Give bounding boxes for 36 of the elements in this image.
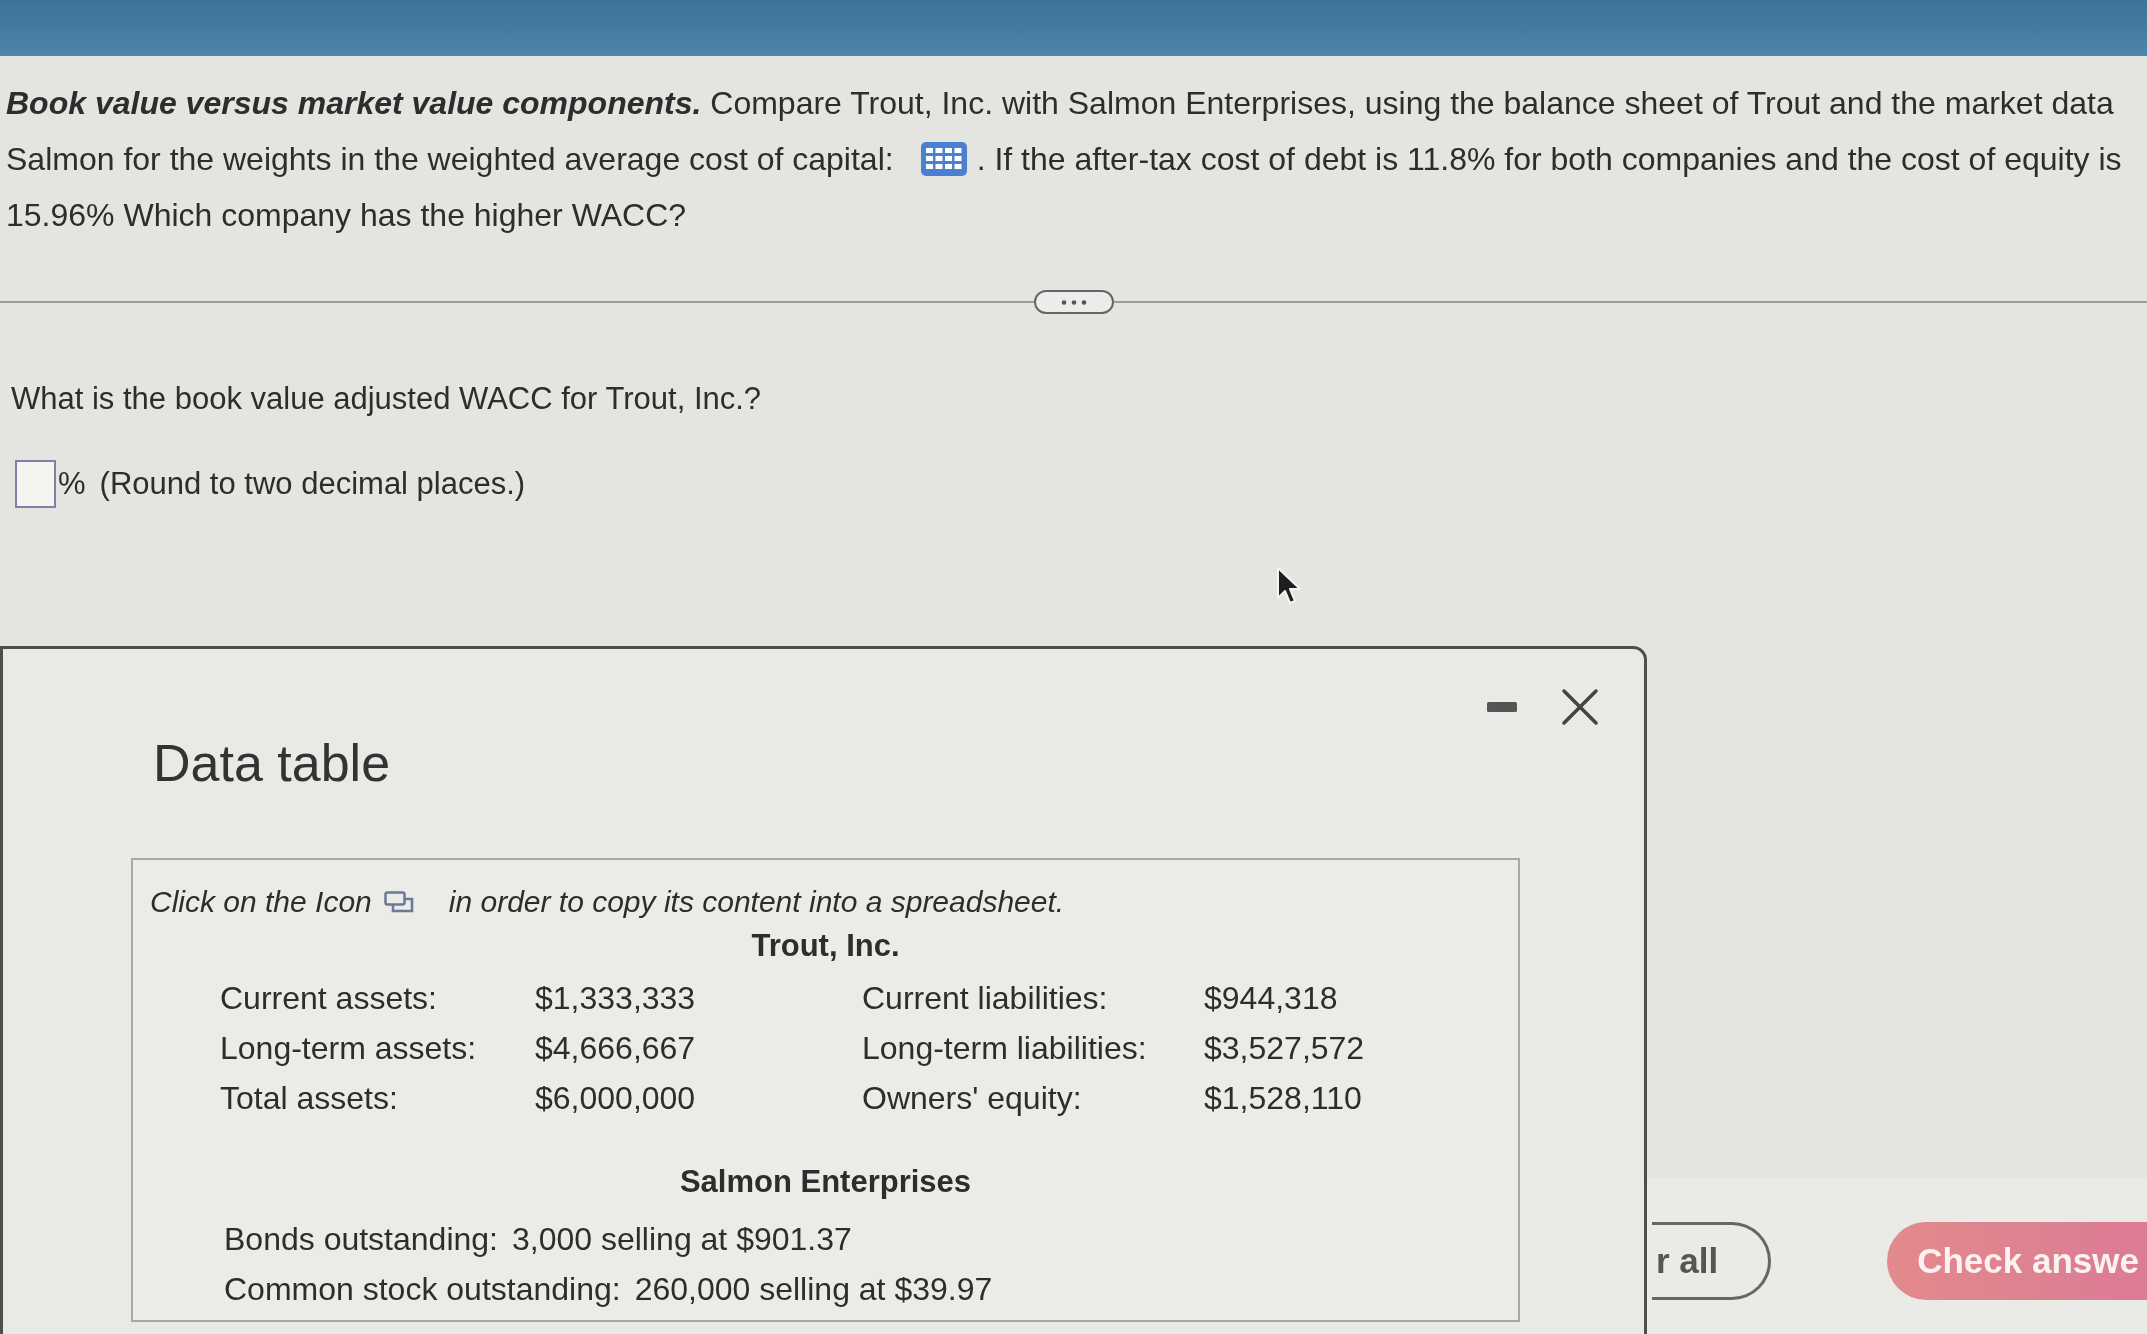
dots-icon [1060, 299, 1087, 305]
table-value: $3,527,572 [1204, 1029, 1365, 1068]
table-value: 260,000 selling at $39.97 [634, 1270, 993, 1309]
copy-icon [383, 891, 414, 913]
table-heading: Salmon Enterprises [679, 1163, 972, 1201]
table-value: $6,000,000 [535, 1079, 696, 1118]
table-value: $944,318 [1204, 979, 1338, 1018]
table-label: Owners' equity: [862, 1079, 1082, 1118]
table-label: Long-term liabilities: [862, 1029, 1147, 1068]
grid-icon[interactable] [920, 142, 967, 176]
close-icon[interactable] [1562, 689, 1598, 725]
table-label: Current liabilities: [862, 979, 1108, 1018]
table-label: Total assets: [220, 1079, 398, 1118]
instruction-text: Click on the Icon [150, 884, 372, 920]
rounding-hint: (Round to two decimal places.) [99, 466, 526, 502]
cursor-icon [1276, 566, 1302, 606]
dialog-title: Data table [153, 735, 391, 791]
table-label: Long-term assets: [220, 1029, 477, 1068]
instruction-text: in order to copy its content into a spreadsheet. [448, 884, 1065, 920]
table-value: $1,333,333 [535, 979, 696, 1018]
answer-field[interactable] [15, 460, 56, 508]
table-label: Bonds outstanding: [224, 1220, 498, 1259]
table-label: Current assets: [220, 979, 437, 1018]
table-label: Common stock outstanding: [224, 1270, 621, 1309]
question-text: What is the book value adjusted WACC for Trout, Inc.? [11, 380, 762, 418]
question-text: 15.96% Which company has the higher WACC? [6, 196, 687, 234]
table-value: 3,000 selling at $901.37 [512, 1220, 852, 1259]
clear-all-button[interactable]: r all [1651, 1222, 1772, 1300]
question-text: Book value versus market value components. Compare Trout, Inc. with Salmon Enterprises, using the balance sheet of Trout and the market data [6, 84, 2114, 122]
unit-label: % [58, 466, 86, 502]
question-text: . If the after-tax cost of debt is 11.8% for both companies and the cost of equity is [976, 140, 2122, 178]
question-text: Salmon for the weights in the weighted average cost of capital: [6, 140, 894, 178]
table-value: $1,528,110 [1204, 1079, 1362, 1118]
table-value: $4,666,667 [535, 1029, 696, 1068]
more-button[interactable] [1033, 290, 1114, 314]
table-heading: Trout, Inc. [751, 927, 900, 965]
